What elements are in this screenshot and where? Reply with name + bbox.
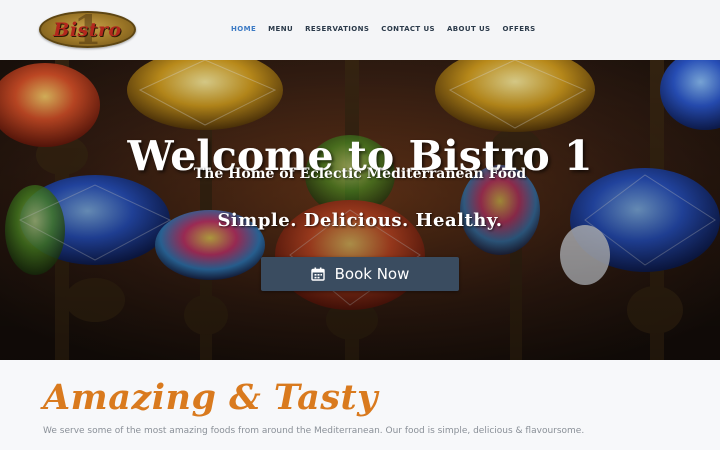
site-header: 1 Bistro HOME MENU RESERVATIONS CONTACT …: [0, 0, 720, 60]
hero-subtitle: The Home of Eclectic Mediterranean Food: [193, 166, 527, 182]
nav-contact-us[interactable]: CONTACT US: [381, 25, 435, 33]
nav-offers[interactable]: OFFERS: [503, 25, 536, 33]
nav-about-us[interactable]: ABOUT US: [447, 25, 491, 33]
book-now-label: Book Now: [334, 265, 410, 283]
nav-home[interactable]: HOME: [231, 25, 256, 33]
intro-section: Amazing & Tasty We serve some of the mos…: [0, 360, 720, 450]
intro-text: We serve some of the most amazing foods …: [43, 426, 585, 436]
hero-tagline: Simple. Delicious. Healthy.: [217, 210, 503, 231]
calendar-icon: [310, 267, 325, 281]
intro-heading: Amazing & Tasty: [43, 377, 379, 418]
nav-menu[interactable]: MENU: [268, 25, 293, 33]
logo-text: Bistro: [53, 19, 122, 41]
hero-banner: Welcome to Bistro 1 The Home of Eclectic…: [0, 60, 720, 360]
bistro-logo[interactable]: 1 Bistro: [39, 11, 136, 48]
book-now-button[interactable]: Book Now: [261, 257, 459, 291]
nav-reservations[interactable]: RESERVATIONS: [305, 25, 369, 33]
main-nav: HOME MENU RESERVATIONS CONTACT US ABOUT …: [231, 25, 548, 33]
